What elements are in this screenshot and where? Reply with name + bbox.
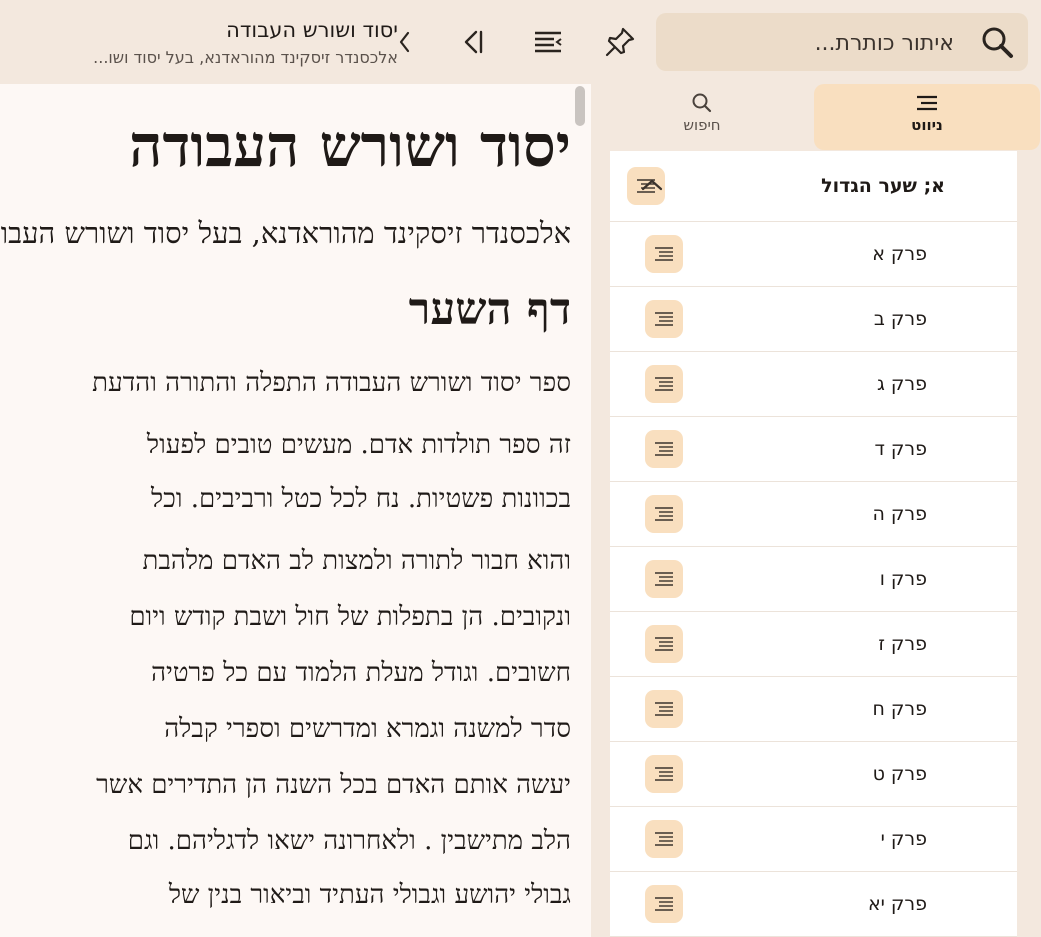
toc-chapter-label: פרק א xyxy=(872,243,927,265)
toc-chapter-item[interactable]: פרק ו xyxy=(610,547,1017,612)
scrollbar-thumb[interactable] xyxy=(575,86,585,126)
book-title: יסוד ושורש העבודה xyxy=(226,18,398,42)
list-icon[interactable] xyxy=(645,235,683,273)
page-title: יסוד ושורש העבודה xyxy=(129,112,571,180)
list-icon[interactable] xyxy=(645,690,683,728)
tab-navigation[interactable]: ניווט xyxy=(814,84,1040,150)
toc-section-header[interactable]: א; שער הגדול xyxy=(610,151,1017,222)
text-line: והוא חבור לתורה ולמצות לב האדם מלהבת xyxy=(142,546,571,576)
list-icon[interactable] xyxy=(645,300,683,338)
search-icon xyxy=(982,27,1013,58)
text-line: ספר יסוד ושורש העבודה התפלה והתורה והדעת xyxy=(92,368,571,398)
toc-section-label: א; שער הגדול xyxy=(821,175,945,197)
text-line: בכוונות פשטיות. נח לכל כטל ורביבים. וכל xyxy=(151,484,571,514)
book-title-block: יסוד ושורש העבודה אלכסנדר זיסקינד מהוראד… xyxy=(18,18,398,67)
list-icon[interactable] xyxy=(645,495,683,533)
title-search-box[interactable] xyxy=(656,13,1028,71)
text-line: ונקובים. הן בתפלות של חול ושבת קודש ויום xyxy=(129,602,571,632)
text-line: זה ספר תולדות אדם. מעשים טובים לפעול xyxy=(146,430,571,460)
text-line: סדר למשנה וגמרא ומדרשים וספרי קבלה xyxy=(164,714,571,744)
text-line: חשובים. וגודל מעלת הלמוד עם כל פרטיה xyxy=(151,658,571,688)
list-icon[interactable] xyxy=(645,560,683,598)
top-toolbar: יסוד ושורש העבודה אלכסנדר זיסקינד מהוראד… xyxy=(0,0,1041,84)
text-line: יעשה אותם האדם בכל השנה הן התדירים אשר xyxy=(96,770,571,800)
toc-chapter-item[interactable]: פרק ב xyxy=(610,287,1017,352)
author-line: אלכסנדר זיסקינד מהוראדנא, בעל יסוד ושורש… xyxy=(0,216,571,250)
list-icon[interactable] xyxy=(645,885,683,923)
toc-chapter-item[interactable]: פרק יא xyxy=(610,872,1017,937)
reader-pane[interactable]: יסוד ושורש העבודה אלכסנדר זיסקינד מהוראד… xyxy=(0,84,591,937)
pin-icon[interactable] xyxy=(600,22,640,62)
section-title: דף השער xyxy=(408,284,571,335)
sidebar: ניווט חיפוש א; שער הגדול פרק א פרק ב פרק ג… xyxy=(590,84,1041,937)
tab-navigation-label: ניווט xyxy=(911,116,943,134)
toc-chapter-label: פרק ט xyxy=(872,763,927,785)
toc-chapter-item[interactable]: פרק ז xyxy=(610,612,1017,677)
toc-chapter-item[interactable]: פרק ח xyxy=(610,677,1017,742)
toc-chapter-label: פרק ז xyxy=(878,633,927,655)
toc-chapter-label: פרק ו xyxy=(879,568,927,590)
table-of-contents-icon[interactable] xyxy=(528,22,568,62)
table-of-contents: א; שער הגדול פרק א פרק ב פרק ג פרק ד פרק ה פר… xyxy=(610,151,1017,937)
first-page-icon[interactable] xyxy=(452,22,492,62)
list-icon[interactable] xyxy=(645,820,683,858)
toc-chapter-label: פרק ד xyxy=(874,438,927,460)
chevron-up-icon[interactable] xyxy=(640,175,664,195)
toc-chapter-label: פרק ג xyxy=(877,373,927,395)
toc-chapter-item[interactable]: פרק א xyxy=(610,222,1017,287)
search-icon xyxy=(692,93,712,113)
toc-chapter-item[interactable]: פרק ד xyxy=(610,417,1017,482)
list-icon[interactable] xyxy=(645,755,683,793)
list-icon[interactable] xyxy=(645,625,683,663)
text-line: גבולי יהושע וגבולי העתיד וביאור בנין של xyxy=(168,880,571,910)
book-subtitle: אלכסנדר זיסקינד מהוראדנא, בעל יסוד ושו..… xyxy=(93,48,398,67)
toc-chapter-label: פרק יא xyxy=(867,893,927,915)
toc-chapter-label: פרק ב xyxy=(873,308,927,330)
toc-chapter-item[interactable]: פרק י xyxy=(610,807,1017,872)
lines-icon xyxy=(917,95,937,111)
title-search-input[interactable] xyxy=(712,23,956,63)
toc-chapter-label: פרק ח xyxy=(872,698,927,720)
tab-search[interactable]: חיפוש xyxy=(590,84,814,150)
toc-chapter-label: פרק י xyxy=(880,828,927,850)
toc-chapter-item[interactable]: פרק ט xyxy=(610,742,1017,807)
list-icon[interactable] xyxy=(645,430,683,468)
toc-chapter-item[interactable]: פרק ה xyxy=(610,482,1017,547)
toc-chapter-item[interactable]: פרק ג xyxy=(610,352,1017,417)
toc-chapter-label: פרק ה xyxy=(872,503,927,525)
tab-search-label: חיפוש xyxy=(683,116,721,134)
text-line: הלב מתישבין . ולאחרונה ישאו לדגליהם. וגם xyxy=(127,826,571,856)
list-icon[interactable] xyxy=(645,365,683,403)
